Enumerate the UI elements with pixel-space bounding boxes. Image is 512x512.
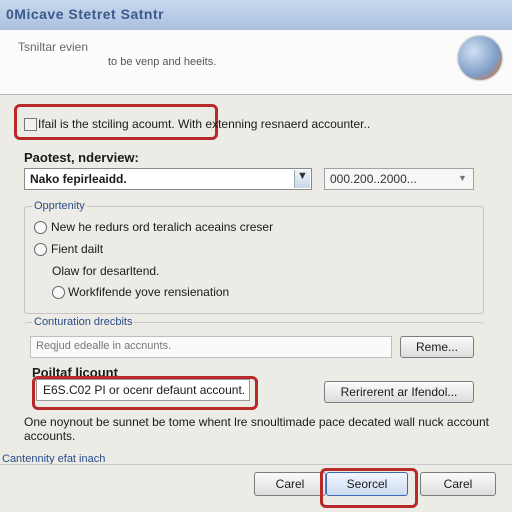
option-radio-2-label: Fient dailt [51, 242, 104, 256]
option-radio-2[interactable] [34, 243, 47, 256]
chevron-down-icon: ▼ [458, 173, 467, 183]
options-group-title: Opprtenity [32, 200, 87, 212]
option-radio-1-label: New he redurs ord teralich aceains crese… [51, 220, 274, 234]
option-radio-3-label: Workfifende yove rensienation [68, 285, 230, 299]
product-account-value: E6S.C02 PI or ocenr defaunt account. [43, 383, 246, 397]
chevron-down-icon: ▼ [297, 170, 308, 182]
window-title: 0Micave Stetret Satntr [6, 6, 165, 22]
partner-label: Paotest, nderview: [24, 150, 139, 165]
configuration-group-title: Conturation drecbits [32, 316, 135, 328]
configuration-input-placeholder: Reqjud edealle in accnunts. [36, 340, 172, 352]
cancel-button-right[interactable]: Carel [420, 472, 496, 496]
footer-divider [0, 464, 512, 465]
info-note: One noynout be sunnet be tome whent lre … [24, 415, 489, 443]
top-option-checkbox[interactable] [24, 118, 37, 131]
option-radio-3[interactable] [52, 286, 65, 299]
date-select-value: 000.200..2000... [330, 172, 417, 186]
top-option-label: Ifail is the stciling acoumt. With exten… [38, 117, 371, 131]
option-radio-1[interactable] [34, 221, 47, 234]
header-subtitle: to be venp and heeits. [108, 56, 217, 68]
cancel-button-left[interactable]: Carel [254, 472, 326, 496]
option-sub-label: Olaw for desarltend. [52, 264, 160, 278]
header-title: Tsniltar evien [18, 40, 89, 54]
remove-button[interactable]: Reme... [400, 336, 474, 358]
partner-select-value: Nako fepirleaidd. [30, 172, 127, 186]
redirect-button[interactable]: Rerirerent ar Ifendol... [324, 381, 474, 403]
globe-logo-icon [458, 36, 502, 80]
search-button[interactable]: Seorcel [326, 472, 408, 496]
